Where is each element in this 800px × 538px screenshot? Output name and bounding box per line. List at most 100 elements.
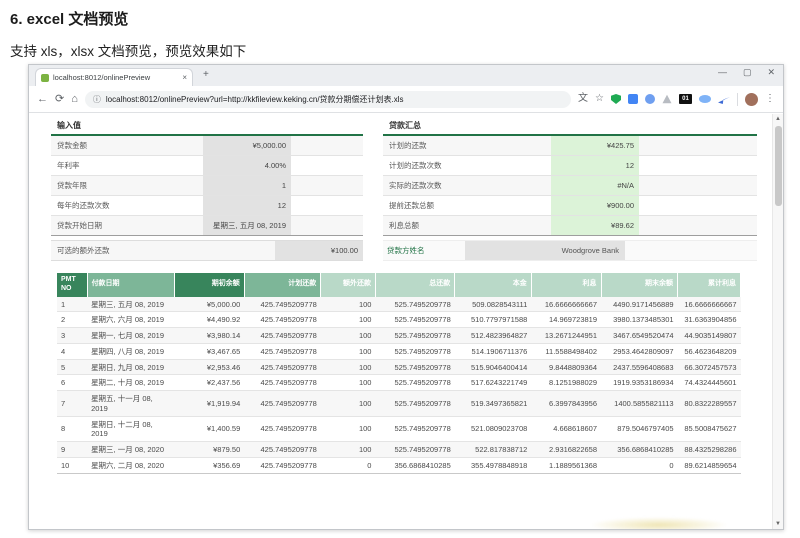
cell: 425.7495209778 [244, 457, 321, 474]
input-value: 4.00% [203, 156, 291, 175]
cell: 525.7495209778 [375, 374, 455, 391]
column-header: 计划还款 [244, 273, 322, 297]
cell: 9.8448809364 [531, 359, 601, 376]
cell: 88.4325298286 [677, 441, 741, 458]
cell: 2437.5596408683 [601, 359, 678, 376]
cell: 星期六, 六月 08, 2019 [87, 311, 175, 328]
cell: 16.6666666667 [531, 296, 601, 313]
browser-tab[interactable]: localhost:8012/onlinePreview × [35, 68, 193, 86]
loan-summary-title: 贷款汇总 [389, 121, 421, 130]
column-header: PMT NO [57, 273, 88, 297]
input-row: 年利率 4.00% [51, 156, 363, 176]
translate-icon[interactable]: 文 [578, 94, 588, 104]
extension-shield-icon[interactable] [611, 94, 621, 104]
cell: 0 [601, 457, 678, 474]
amortization-table: PMT NO 付款日期 期初余额 计划还款 额外还款 总还款 本金 利息 期末余额 累计利息 1星… [57, 273, 741, 474]
cell: 85.5008475627 [677, 416, 741, 442]
input-label: 年利率 [57, 161, 80, 170]
cell: 1 [57, 296, 88, 313]
menu-dots-icon[interactable]: ⋮ [765, 94, 775, 104]
tab-favicon-icon [41, 73, 49, 82]
cell: 6.3997843956 [531, 390, 601, 417]
maximize-button[interactable]: ▢ [743, 67, 752, 78]
cell: ¥356.69 [174, 457, 245, 474]
table-row: 6 星期二, 十月 08, 2019 ¥2,437.56 425.7495209778… [57, 374, 741, 391]
table-row: 3 星期一, 七月 08, 2019 ¥3,980.14 425.7495209778… [57, 327, 741, 344]
table-row: 9 星期三, 一月 08, 2020 ¥879.50 425.7495209778 10… [57, 441, 741, 458]
cell: 6 [57, 374, 88, 391]
cell: 5 [57, 359, 88, 376]
cell: 425.7495209778 [244, 416, 321, 442]
tab-close-icon[interactable]: × [182, 73, 187, 82]
extension-cloud-icon[interactable] [699, 95, 711, 103]
cell: 525.7495209778 [375, 311, 455, 328]
cell: 星期日, 九月 08, 2019 [87, 359, 175, 376]
home-icon[interactable]: ⌂ [71, 93, 78, 105]
cell: 521.0809023708 [454, 416, 532, 442]
back-icon[interactable]: ← [37, 93, 48, 105]
cell: 星期四, 八月 08, 2019 [87, 343, 175, 360]
cell: 星期三, 五月 08, 2019 [87, 296, 175, 313]
toolbar-divider [737, 92, 738, 106]
vertical-scrollbar[interactable]: ▲ ▼ [772, 114, 783, 529]
cell: 519.3497365821 [454, 390, 532, 417]
column-header: 利息 [531, 273, 602, 297]
summary-value: ¥89.62 [551, 216, 639, 235]
cell: 525.7495209778 [375, 327, 455, 344]
scroll-up-icon[interactable]: ▲ [773, 114, 783, 124]
site-info-icon[interactable]: ⓘ [93, 94, 101, 105]
summary-label: 实际的还款次数 [389, 181, 442, 190]
tab-strip: localhost:8012/onlinePreview × + — ▢ ✕ [29, 65, 783, 86]
cell: 4.668618607 [531, 416, 601, 442]
input-label: 贷款年限 [57, 181, 87, 190]
extension-plane-icon[interactable] [718, 97, 730, 104]
cell: ¥2,953.46 [174, 359, 245, 376]
cell: 66.3072457573 [677, 359, 741, 376]
input-label: 贷款金额 [57, 141, 87, 150]
cell: 425.7495209778 [244, 374, 321, 391]
column-header: 本金 [454, 273, 532, 297]
cell: 31.6363904856 [677, 311, 741, 328]
cell: 44.9035149807 [677, 327, 741, 344]
extension-circle-icon[interactable] [645, 94, 655, 104]
cell: 522.817838712 [454, 441, 532, 458]
input-row: 贷款金额 ¥5,000.00 [51, 136, 363, 156]
cell: 星期六, 二月 08, 2020 [87, 457, 175, 474]
cell: 3 [57, 327, 88, 344]
close-button[interactable]: ✕ [767, 67, 775, 78]
cell: 514.1906711376 [454, 343, 532, 360]
cell: 2.9316822658 [531, 441, 601, 458]
scrollbar-thumb[interactable] [775, 126, 782, 206]
amortization-header-row: PMT NO 付款日期 期初余额 计划还款 额外还款 总还款 本金 利息 期末余额 累计利息 [57, 273, 741, 297]
profile-avatar[interactable] [745, 92, 758, 106]
cell: 525.7495209778 [375, 390, 455, 417]
excel-sheet: 输入值 贷款金额 ¥5,000.00 年利率 4.00% 贷款年限 1 每年的还… [29, 114, 783, 474]
bookmark-star-icon[interactable]: ☆ [595, 94, 604, 104]
cell: 525.7495209778 [375, 343, 455, 360]
extension-gray-icon[interactable] [662, 94, 672, 104]
extension-01-badge[interactable]: 01 [679, 94, 692, 104]
cell: 425.7495209778 [244, 311, 321, 328]
scroll-down-icon[interactable]: ▼ [773, 519, 783, 529]
cell: 100 [320, 374, 376, 391]
cell: 512.4823964827 [454, 327, 532, 344]
cell: 525.7495209778 [375, 359, 455, 376]
table-row: 5 星期日, 九月 08, 2019 ¥2,953.46 425.7495209778… [57, 359, 741, 376]
url-field[interactable]: ⓘ localhost:8012/onlinePreview?url=http:… [84, 90, 572, 108]
cell: 425.7495209778 [244, 296, 321, 313]
table-row: 1 星期三, 五月 08, 2019 ¥5,000.00 425.7495209778… [57, 296, 741, 313]
cell: 1.1889561368 [531, 457, 601, 474]
cell: 星期五, 十一月 08, 2019 [87, 390, 175, 417]
column-header: 额外还款 [320, 273, 376, 297]
summary-value: 12 [551, 156, 639, 175]
minimize-button[interactable]: — [718, 67, 727, 78]
extension-blue-icon[interactable] [628, 94, 638, 104]
reload-icon[interactable]: ⟳ [55, 93, 64, 105]
input-values-section: 输入值 贷款金额 ¥5,000.00 年利率 4.00% 贷款年限 1 每年的还… [51, 119, 363, 236]
cell: 14.969723819 [531, 311, 601, 328]
new-tab-button[interactable]: + [203, 69, 209, 80]
cell: 13.2671244951 [531, 327, 601, 344]
cell: 425.7495209778 [244, 359, 321, 376]
cell: 100 [320, 311, 376, 328]
cell: 0 [320, 457, 376, 474]
